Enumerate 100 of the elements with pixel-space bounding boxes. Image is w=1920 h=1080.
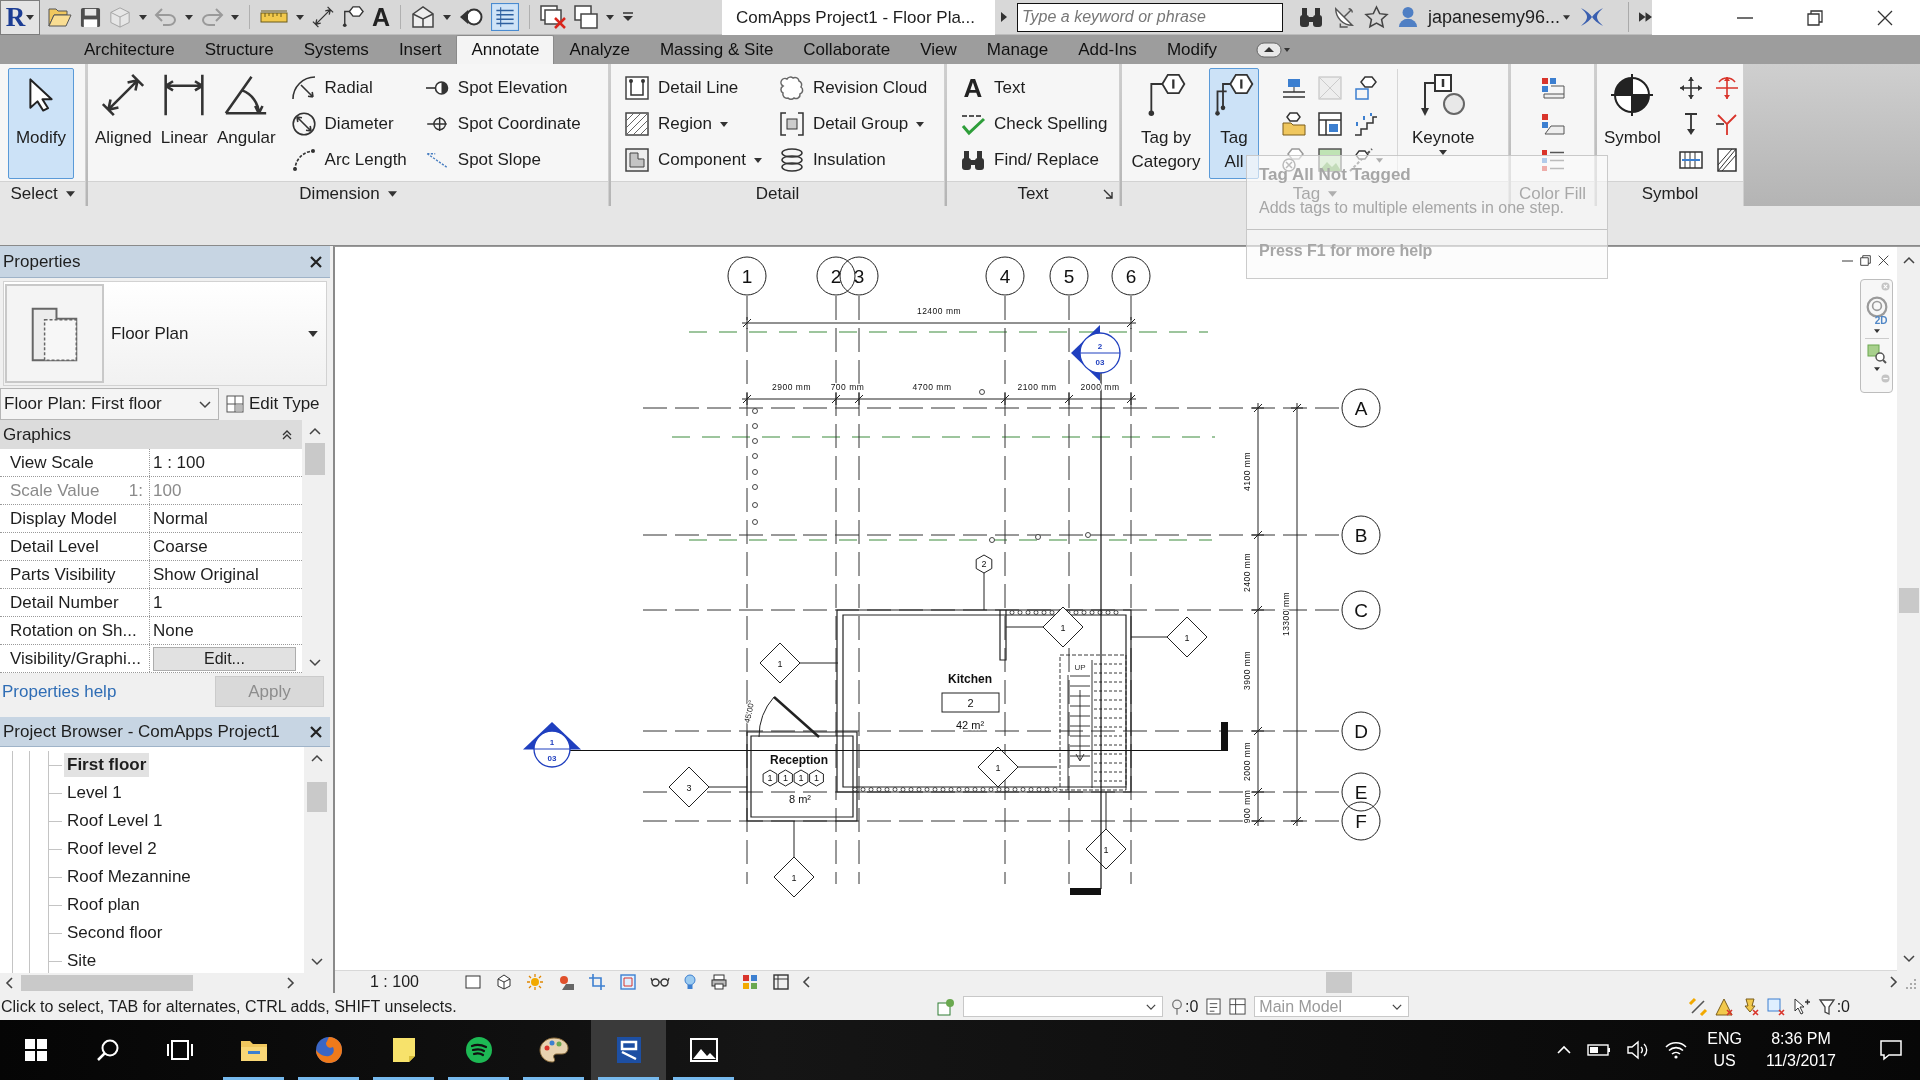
panel-title[interactable]: Select xyxy=(10,184,58,204)
view-dropdown[interactable]: Floor Plan: First floor xyxy=(0,388,219,420)
caret-icon[interactable] xyxy=(1873,329,1880,333)
expand-icon[interactable] xyxy=(1001,12,1007,22)
view-scale[interactable]: 1 : 100 xyxy=(370,973,430,991)
panel-title[interactable]: Dimension xyxy=(299,184,380,204)
branch-arrow-icon[interactable] xyxy=(1714,112,1739,136)
color-scheme-icon[interactable] xyxy=(1540,113,1565,135)
taskbar-app[interactable] xyxy=(591,1020,666,1080)
frame-icon[interactable] xyxy=(773,974,789,990)
scroll-up-icon[interactable] xyxy=(1902,257,1915,264)
tree-item[interactable]: Site xyxy=(64,949,100,973)
restore-icon[interactable] xyxy=(1807,9,1823,26)
ribbon-tab[interactable]: Collaborate xyxy=(788,35,906,64)
drag-select-icon[interactable] xyxy=(1792,997,1811,1016)
wifi-icon[interactable] xyxy=(1665,1041,1688,1059)
tool-button[interactable]: Check Spelling xyxy=(955,107,1113,141)
tag-folder-icon[interactable] xyxy=(1282,112,1306,136)
face-select-icon[interactable] xyxy=(1766,997,1785,1016)
property-value[interactable]: None xyxy=(153,620,194,641)
caret-icon[interactable] xyxy=(606,14,615,20)
edit-button[interactable]: Edit... xyxy=(153,646,296,671)
tool-button[interactable]: Aligned xyxy=(92,68,155,179)
speaker-icon[interactable] xyxy=(1627,1041,1650,1059)
satellite-dish-icon[interactable] xyxy=(1332,6,1355,28)
tool-button[interactable]: Arc Length xyxy=(285,143,412,177)
clock-time[interactable]: 8:36 PM xyxy=(1771,1028,1831,1050)
search-icon[interactable] xyxy=(97,1039,119,1061)
pin-icon[interactable] xyxy=(1171,998,1183,1015)
user-icon[interactable] xyxy=(1397,6,1418,28)
chevron-up-icon[interactable] xyxy=(1557,1046,1572,1054)
hatched-bar-icon[interactable] xyxy=(1678,151,1703,169)
color-list-icon[interactable] xyxy=(1540,149,1565,171)
tag-icon[interactable] xyxy=(342,6,364,28)
caret-icon[interactable] xyxy=(1873,367,1880,371)
cube-icon[interactable] xyxy=(496,974,512,990)
tool-button[interactable]: Find/ Replace xyxy=(955,143,1113,177)
stair-number-icon[interactable] xyxy=(1354,112,1378,136)
ribbon-toggle-icon[interactable] xyxy=(1255,41,1290,58)
search-field[interactable]: Type a keyword or phrase xyxy=(1017,2,1283,32)
glasses-icon[interactable] xyxy=(651,977,669,987)
caret-icon[interactable] xyxy=(185,14,193,20)
region[interactable]: US xyxy=(1713,1050,1736,1072)
ruler-icon[interactable] xyxy=(260,10,288,24)
caret-icon[interactable] xyxy=(296,14,304,20)
text-tool-icon[interactable]: A xyxy=(372,4,391,30)
caret-icon[interactable] xyxy=(139,14,147,20)
ribbon-tab[interactable]: Annotate xyxy=(456,35,555,64)
section-icon[interactable] xyxy=(459,8,484,26)
scrollbar-thumb[interactable] xyxy=(1326,971,1352,993)
scroll-left-icon[interactable] xyxy=(6,977,13,989)
scroll-right-icon[interactable] xyxy=(1890,976,1897,988)
group-header[interactable]: Graphics xyxy=(0,420,302,449)
close-icon[interactable] xyxy=(1877,9,1893,26)
tool-button[interactable]: Angular xyxy=(214,68,279,179)
property-value[interactable]: 1 xyxy=(153,592,163,613)
binoculars-icon[interactable] xyxy=(1298,6,1323,28)
crop-icon[interactable] xyxy=(589,974,605,990)
tool-button[interactable]: Detail Group xyxy=(773,107,933,141)
crossed-arcs-icon[interactable] xyxy=(1580,7,1604,27)
ribbon-tab[interactable]: Insert xyxy=(383,35,457,64)
rotate-arrows-icon[interactable] xyxy=(1714,76,1739,100)
tree-item[interactable]: Roof Level 1 xyxy=(64,809,166,833)
tag-bar-icon[interactable] xyxy=(1282,78,1306,98)
ribbon-tab[interactable]: Architecture xyxy=(69,35,190,64)
printer-icon[interactable] xyxy=(711,974,727,990)
tool-button[interactable]: Spot Slope xyxy=(418,143,586,177)
tree-item[interactable]: First floor xyxy=(64,753,150,777)
tool-button[interactable]: Insulation xyxy=(773,143,933,177)
ribbon-tab[interactable]: Modify xyxy=(1151,35,1232,64)
property-value[interactable]: 1 : 100 xyxy=(153,452,205,473)
scroll-up-icon[interactable] xyxy=(309,428,321,435)
tool-button[interactable]: Region xyxy=(619,107,767,141)
tool-button[interactable]: Symbol xyxy=(1601,68,1664,179)
tool-button[interactable]: Spot Coordinate xyxy=(418,107,586,141)
detail-level-icon[interactable] xyxy=(465,975,481,989)
ribbon-tab[interactable]: Structure xyxy=(189,35,289,64)
ribbon-tab[interactable]: Systems xyxy=(288,35,384,64)
tool-button[interactable]: Diameter xyxy=(285,107,412,141)
minimize-icon[interactable] xyxy=(1737,16,1753,19)
scroll-down-icon[interactable] xyxy=(311,958,323,965)
save-icon[interactable] xyxy=(80,6,101,28)
house-icon[interactable] xyxy=(411,5,436,29)
property-value[interactable]: Show Original xyxy=(153,564,259,585)
windows-logo-icon[interactable] xyxy=(25,1039,47,1061)
thin-lines-icon[interactable] xyxy=(491,3,520,31)
tree-item[interactable]: Roof Mezannine xyxy=(64,865,194,889)
caret-icon[interactable] xyxy=(443,14,452,20)
tool-button[interactable]: Detail Line xyxy=(619,71,767,105)
scroll-left-icon[interactable] xyxy=(803,976,810,988)
scrollbar-track[interactable] xyxy=(304,747,330,973)
color-legend-icon[interactable] xyxy=(1540,77,1565,99)
property-value[interactable]: Normal xyxy=(153,508,208,529)
language[interactable]: ENG xyxy=(1707,1028,1742,1050)
user-menu[interactable]: japanesemy96... xyxy=(1427,6,1570,28)
zoom-icon[interactable] xyxy=(1866,344,1887,364)
scroll-down-icon[interactable] xyxy=(1902,955,1915,962)
launcher-icon[interactable] xyxy=(1103,189,1113,199)
workset-icon[interactable] xyxy=(937,997,955,1016)
tree-item[interactable]: Level 1 xyxy=(64,781,125,805)
